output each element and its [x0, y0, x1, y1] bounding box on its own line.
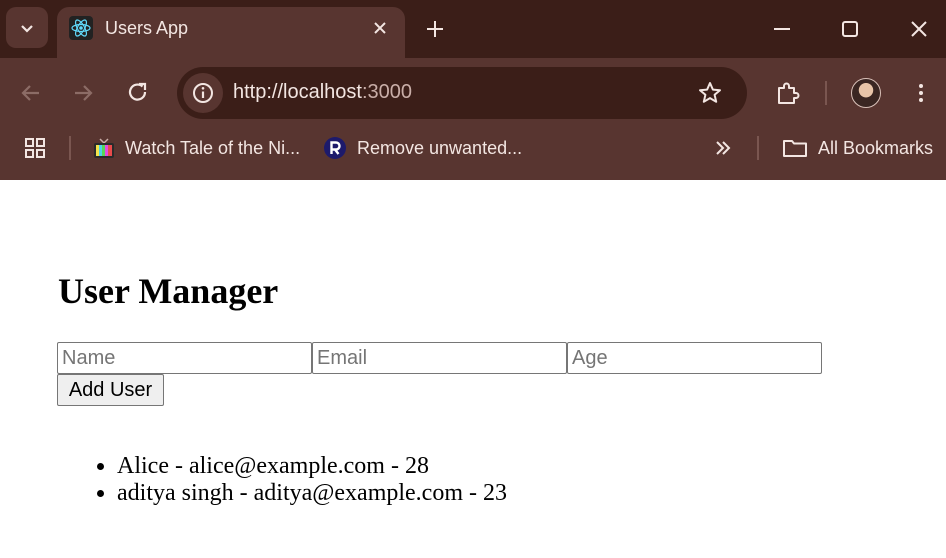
add-user-button[interactable]: Add User — [57, 374, 164, 406]
url-port: :3000 — [361, 81, 413, 103]
page-title: User Manager — [58, 271, 279, 311]
url-host: http://localhost — [233, 81, 362, 103]
bookmarks-divider — [757, 136, 759, 160]
page-content: User Manager Add User Alice - alice@exam… — [0, 180, 946, 558]
forward-arrow-icon[interactable] — [70, 80, 96, 106]
toolbar-divider — [825, 81, 827, 105]
info-icon — [193, 83, 213, 103]
all-bookmarks-button[interactable]: All Bookmarks — [782, 134, 933, 162]
back-arrow-icon[interactable] — [18, 80, 44, 106]
list-item: Alice - alice@example.com - 28 — [117, 453, 777, 480]
tv-favicon-icon — [94, 138, 114, 158]
minimize-icon[interactable] — [770, 17, 794, 41]
folder-icon — [783, 140, 807, 157]
list-item: aditya singh - aditya@example.com - 23 — [117, 480, 777, 507]
chevron-double-right-icon[interactable] — [712, 137, 734, 159]
age-input[interactable] — [567, 342, 822, 374]
star-icon[interactable] — [697, 80, 723, 106]
bookmark-label: Remove unwanted... — [357, 137, 523, 158]
window-close-icon[interactable] — [907, 17, 931, 41]
name-input[interactable] — [57, 342, 312, 374]
site-info-button[interactable] — [183, 73, 223, 113]
browser-chrome: Users App http://localhost:3000 Watch Ta… — [0, 0, 946, 180]
plus-icon[interactable] — [423, 17, 447, 41]
tab-search-button[interactable] — [6, 7, 48, 48]
react-logo-icon — [69, 16, 93, 40]
url-text: http://localhost:3000 — [233, 81, 412, 104]
maximize-icon[interactable] — [838, 17, 862, 41]
chevron-down-icon — [21, 24, 33, 33]
avatar[interactable] — [851, 78, 881, 108]
tab-users-app[interactable]: Users App — [57, 7, 405, 58]
tab-title: Users App — [105, 18, 189, 38]
bookmark-item[interactable]: Remove unwanted... — [323, 134, 522, 162]
all-bookmarks-label: All Bookmarks — [818, 137, 934, 158]
email-input[interactable] — [312, 342, 567, 374]
bookmarks-divider — [69, 136, 71, 160]
user-list: Alice - alice@example.com - 28 aditya si… — [77, 453, 777, 507]
bookmark-label: Watch Tale of the Ni... — [125, 137, 301, 158]
r-logo-favicon-icon — [324, 137, 346, 159]
apps-grid-icon[interactable] — [23, 136, 47, 160]
puzzle-piece-icon[interactable] — [774, 79, 802, 107]
reload-icon[interactable] — [125, 80, 151, 106]
close-icon[interactable] — [370, 18, 390, 38]
more-vertical-icon[interactable] — [908, 80, 934, 106]
tab-strip: Users App — [0, 0, 946, 58]
bookmark-item[interactable]: Watch Tale of the Ni... — [93, 134, 300, 162]
address-bar[interactable]: http://localhost:3000 — [177, 67, 747, 119]
